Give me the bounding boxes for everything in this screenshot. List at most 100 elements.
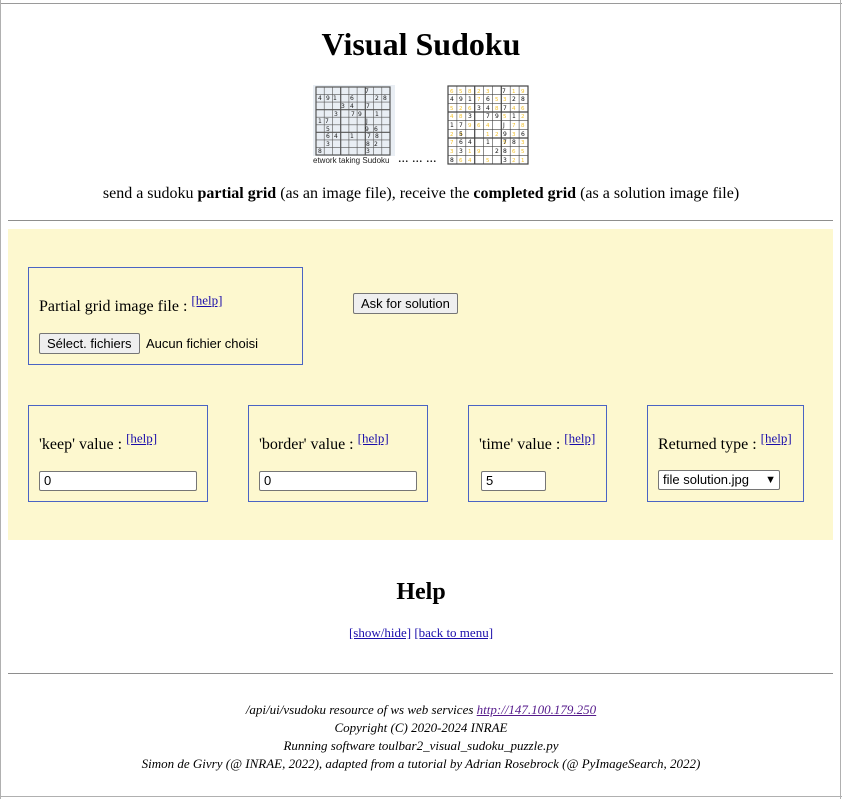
svg-text:3: 3 xyxy=(477,105,481,112)
time-value-input[interactable]: 5 xyxy=(481,471,546,491)
ws-server-link[interactable]: http://147.100.179.250 xyxy=(477,702,597,717)
svg-text:7: 7 xyxy=(486,113,490,120)
svg-text:2: 2 xyxy=(512,158,516,164)
svg-text:4: 4 xyxy=(334,133,338,140)
intro-partial-grid: partial grid xyxy=(197,185,277,202)
svg-text:8: 8 xyxy=(495,106,499,112)
page-title: Visual Sudoku xyxy=(321,26,521,62)
svg-text:5: 5 xyxy=(326,126,330,133)
svg-text:2: 2 xyxy=(375,95,379,102)
border-value-label: 'border' value : [help] xyxy=(259,432,389,455)
svg-text:9: 9 xyxy=(521,89,525,95)
svg-text:1: 1 xyxy=(468,149,472,155)
returned-type-select[interactable]: file solution.jpg ▼ xyxy=(658,470,780,490)
svg-text:1: 1 xyxy=(318,118,322,125)
svg-text:5: 5 xyxy=(503,114,507,120)
keep-value-label-text: 'keep' value : xyxy=(39,436,127,453)
svg-text:7: 7 xyxy=(503,105,507,112)
svg-text:8: 8 xyxy=(512,139,516,146)
svg-text:J: J xyxy=(502,122,505,129)
select-files-button[interactable]: Sélect. fichiers xyxy=(39,333,140,354)
svg-text:3: 3 xyxy=(521,140,525,146)
svg-text:3: 3 xyxy=(468,113,472,120)
svg-text:2: 2 xyxy=(450,132,454,138)
footer: /api/ui/vsudoku resource of ws web servi… xyxy=(0,701,842,773)
svg-text:6: 6 xyxy=(459,158,463,164)
svg-text:2: 2 xyxy=(374,141,378,148)
border-value-input[interactable]: 0 xyxy=(259,471,417,491)
svg-text:8: 8 xyxy=(459,114,463,120)
keep-value-input[interactable]: 0 xyxy=(39,471,197,491)
intro-part-2: (as an image file), receive the xyxy=(276,185,474,202)
svg-text:5: 5 xyxy=(486,158,490,164)
svg-text:7: 7 xyxy=(503,139,507,146)
svg-text:1: 1 xyxy=(486,132,490,138)
time-help-link[interactable]: [help] xyxy=(564,431,595,446)
svg-text:6: 6 xyxy=(512,149,516,155)
svg-text:4: 4 xyxy=(468,139,472,146)
solution-grid-graphic: 6582319 753 526846 4852 96478 24123 753 … xyxy=(447,85,529,165)
svg-text:4: 4 xyxy=(486,123,490,129)
svg-text:8: 8 xyxy=(450,157,454,164)
svg-text:7: 7 xyxy=(502,88,506,95)
show-hide-link[interactable]: [show/hide] xyxy=(349,625,411,640)
svg-text:3: 3 xyxy=(341,103,345,110)
svg-text:9: 9 xyxy=(326,95,330,102)
svg-text:4: 4 xyxy=(350,103,354,110)
divider-bottom xyxy=(8,673,833,674)
keep-help-link[interactable]: [help] xyxy=(126,431,157,446)
svg-text:5: 5 xyxy=(459,131,463,138)
svg-text:5: 5 xyxy=(495,97,499,103)
svg-text:4: 4 xyxy=(468,158,472,164)
partial-grid-image-caption: etwork taking Sudoku xyxy=(313,156,395,166)
svg-text:9: 9 xyxy=(459,96,463,103)
footer-resource-text: /api/ui/vsudoku resource of ws web servi… xyxy=(245,702,477,717)
ask-for-solution-button[interactable]: Ask for solution xyxy=(353,293,458,314)
svg-text:8: 8 xyxy=(521,96,525,103)
svg-text:7: 7 xyxy=(325,118,329,125)
svg-text:4: 4 xyxy=(512,106,516,112)
partial-grid-image: 7491 628 347 3791 17J 596 64178 382 83 xyxy=(313,85,395,165)
svg-text:3: 3 xyxy=(512,132,516,138)
help-links: [show/hide] [back to menu] xyxy=(0,624,842,642)
svg-text:8: 8 xyxy=(468,89,472,95)
svg-text:9: 9 xyxy=(495,113,499,120)
svg-text:4: 4 xyxy=(486,105,490,112)
footer-credits: Simon de Givry (@ INRAE, 2022), adapted … xyxy=(141,756,701,771)
file-status-text: Aucun fichier choisi xyxy=(146,336,258,351)
file-upload-help-link[interactable]: [help] xyxy=(191,293,222,308)
svg-text:1: 1 xyxy=(468,96,472,103)
svg-text:6: 6 xyxy=(374,126,378,133)
back-to-menu-link[interactable]: [back to menu] xyxy=(414,625,493,640)
svg-text:8: 8 xyxy=(521,123,525,129)
svg-text:2: 2 xyxy=(521,114,525,120)
intro-part-3: (as a solution image file) xyxy=(576,185,740,202)
svg-text:1: 1 xyxy=(486,139,490,146)
intro-text: send a sudoku partial grid (as an image … xyxy=(0,184,842,204)
returned-type-help-link[interactable]: [help] xyxy=(761,431,792,446)
time-value-label: 'time' value : [help] xyxy=(479,432,595,455)
time-value-label-text: 'time' value : xyxy=(479,436,565,453)
returned-type-selected-value: file solution.jpg xyxy=(663,472,749,487)
svg-text:5: 5 xyxy=(450,106,454,112)
svg-text:1: 1 xyxy=(350,133,354,140)
chevron-down-icon: ▼ xyxy=(765,474,776,486)
divider-top xyxy=(8,220,833,221)
svg-text:4: 4 xyxy=(450,114,454,120)
keep-value-label: 'keep' value : [help] xyxy=(39,432,157,455)
returned-type-box: Returned type : [help] file solution.jpg… xyxy=(647,405,804,502)
svg-text:9: 9 xyxy=(358,111,362,118)
svg-text:1: 1 xyxy=(333,95,337,102)
svg-text:9: 9 xyxy=(477,149,481,155)
form-panel: Partial grid image file : [help] Sélect.… xyxy=(8,229,833,540)
keep-value-box: 'keep' value : [help] 0 xyxy=(28,405,208,502)
time-value-box: 'time' value : [help] 5 xyxy=(468,405,607,502)
svg-text:8: 8 xyxy=(318,148,322,155)
border-help-link[interactable]: [help] xyxy=(358,431,389,446)
svg-text:1: 1 xyxy=(521,158,525,164)
svg-text:3: 3 xyxy=(334,111,338,118)
returned-type-label: Returned type : [help] xyxy=(658,432,792,455)
svg-text:6: 6 xyxy=(521,131,525,138)
svg-text:3: 3 xyxy=(326,141,330,148)
intro-part-1: send a sudoku xyxy=(102,185,198,202)
